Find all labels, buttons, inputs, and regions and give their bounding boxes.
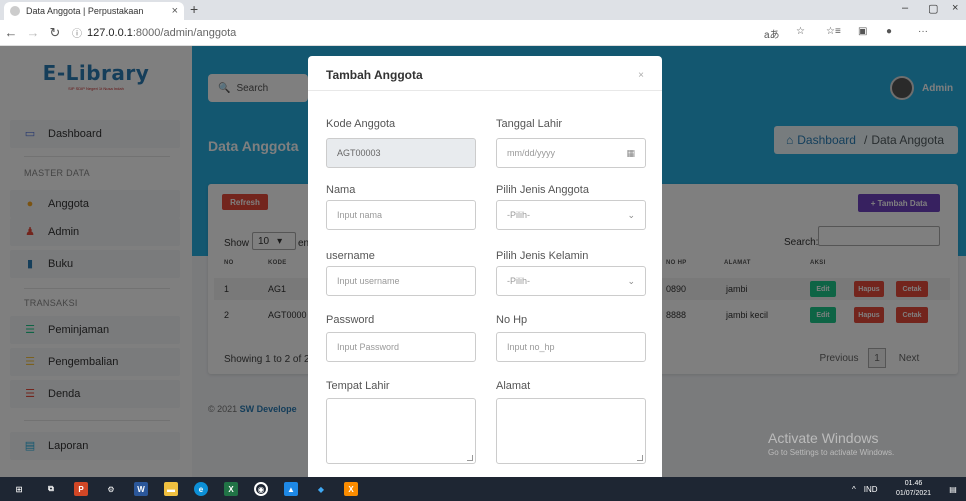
jenis-anggota-select[interactable]: -Pilih- ⌄ [496,200,646,230]
username-placeholder: Input username [337,276,400,286]
tab-title: Data Anggota | Perpustakaan [26,6,144,16]
url-path: :8000/admin/anggota [132,26,237,39]
close-icon[interactable]: × [638,70,644,81]
tanggal-lahir-placeholder: mm/dd/yyyy [507,148,556,158]
clock[interactable]: 01.46 01/07/2021 [896,479,931,499]
obs-icon[interactable]: ◉ [254,482,268,496]
password-placeholder: Input Password [337,342,400,352]
alamat-textarea[interactable] [496,398,646,464]
word-icon[interactable]: W [134,482,148,496]
no-hp-input[interactable]: Input no_hp [496,332,646,362]
more-icon[interactable]: ··· [918,26,928,37]
reload-icon[interactable]: ↻ [44,25,66,41]
file-explorer-icon[interactable]: ▬ [164,482,178,496]
chevron-down-icon: ⌄ [627,209,635,220]
excel-icon[interactable]: X [224,482,238,496]
tab-close-icon[interactable]: × [172,5,178,17]
profile-icon[interactable]: ● [886,26,892,37]
favicon-icon [10,6,20,16]
browser-tab[interactable]: Data Anggota | Perpustakaan × [4,2,184,20]
browser-tab-bar: Data Anggota | Perpustakaan × + – ▢ × [0,0,966,20]
minimize-button[interactable]: – [902,2,908,14]
mail-icon[interactable]: ▲ [284,482,298,496]
calendar-icon[interactable]: ▦ [626,148,635,159]
site-info-icon[interactable]: ⓘ [72,25,82,40]
settings-gear-icon[interactable]: ⚙ [104,482,118,496]
edge-icon[interactable]: e [194,482,208,496]
jenis-anggota-label: Pilih Jenis Anggota [496,184,589,196]
kode-anggota-input[interactable]: AGT00003 [326,138,476,168]
kode-anggota-label: Kode Anggota [326,118,396,130]
username-label: username [326,250,375,262]
modal-divider [308,90,662,91]
tempat-lahir-textarea[interactable] [326,398,476,464]
collections-icon[interactable]: ▣ [858,26,867,37]
notification-icon[interactable]: ▤ [946,482,960,496]
no-hp-placeholder: Input no_hp [507,342,555,352]
close-window-button[interactable]: × [952,2,958,14]
url-field[interactable]: ⓘ 127.0.0.1:8000/admin/anggota [72,25,237,41]
activate-windows-watermark: Activate Windows Go to Settings to activ… [768,430,894,457]
favorite-icon[interactable]: ☆ [796,26,805,37]
clock-date: 01/07/2021 [896,490,932,497]
windows-taskbar: ⊞ ⧉ P ⚙ W ▬ e X ◉ ▲ ◆ X ^ IND 01.46 01/0… [0,477,966,501]
read-aloud-icon[interactable]: aあ [764,26,780,41]
new-tab-button[interactable]: + [190,1,198,17]
jenis-kelamin-label: Pilih Jenis Kelamin [496,250,589,262]
jenis-anggota-value: -Pilih- [507,210,531,220]
address-bar: ← → ↻ ⓘ 127.0.0.1:8000/admin/anggota [0,20,966,46]
maximize-button[interactable]: ▢ [928,2,938,15]
username-input[interactable]: Input username [326,266,476,296]
activate-subtitle: Go to Settings to activate Windows. [768,448,895,457]
nama-placeholder: Input nama [337,210,383,220]
password-input[interactable]: Input Password [326,332,476,362]
clock-time: 01.46 [904,480,923,487]
jenis-kelamin-value: -Pilih- [507,276,531,286]
favorites-bar-icon[interactable]: ☆≡ [826,26,841,37]
vscode-icon[interactable]: ◆ [314,482,328,496]
chevron-down-icon: ⌄ [627,275,635,286]
nama-label: Nama [326,184,356,196]
language-indicator[interactable]: IND [864,485,878,494]
task-view-icon[interactable]: ⧉ [44,482,58,496]
back-icon[interactable]: ← [0,25,22,40]
tanggal-lahir-label: Tanggal Lahir [496,118,563,130]
tanggal-lahir-input[interactable]: mm/dd/yyyy ▦ [496,138,646,168]
xampp-icon[interactable]: X [344,482,358,496]
powerpoint-icon[interactable]: P [74,482,88,496]
kode-anggota-value: AGT00003 [337,148,381,158]
no-hp-label: No Hp [496,314,528,326]
modal-title: Tambah Anggota [326,68,423,82]
tempat-lahir-label: Tempat Lahir [326,380,390,392]
password-label: Password [326,314,375,326]
url-host: 127.0.0.1 [87,26,133,39]
system-tray: ^ IND [852,477,878,501]
forward-icon[interactable]: → [22,25,44,40]
jenis-kelamin-select[interactable]: -Pilih- ⌄ [496,266,646,296]
chevron-up-icon[interactable]: ^ [852,485,856,494]
add-member-modal: Tambah Anggota × Kode Anggota AGT00003 T… [308,56,662,477]
activate-title: Activate Windows [768,430,879,446]
nama-input[interactable]: Input nama [326,200,476,230]
windows-start-icon[interactable]: ⊞ [12,482,26,496]
alamat-label: Alamat [496,380,531,392]
